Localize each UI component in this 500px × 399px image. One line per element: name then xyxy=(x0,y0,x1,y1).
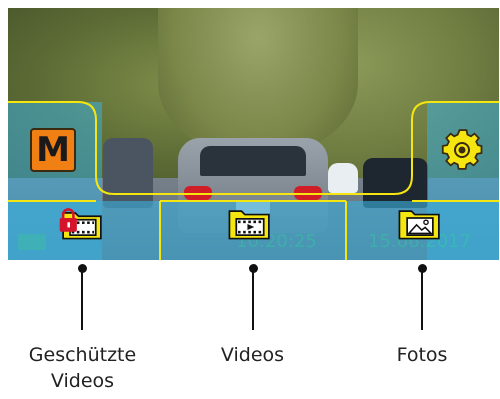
mode-button[interactable]: M xyxy=(30,128,76,172)
settings-button[interactable] xyxy=(440,128,484,172)
photo-folder-icon[interactable] xyxy=(396,205,444,243)
gear-icon xyxy=(441,129,483,170)
callout-line-photos xyxy=(421,268,423,330)
label-photos: Fotos xyxy=(396,344,448,366)
locked-film-folder-icon[interactable] xyxy=(58,205,106,243)
callout-line-videos xyxy=(252,268,254,330)
label-protected-videos-line1: Geschützte xyxy=(28,344,137,366)
video-folder-icon[interactable] xyxy=(226,205,274,243)
callout-line-protected-videos xyxy=(81,268,83,330)
label-protected-videos-line2: Videos xyxy=(50,370,115,392)
label-videos: Videos xyxy=(220,344,285,366)
dashcam-screen: 10:20:25 15.06.2017 M xyxy=(8,8,499,260)
label-protected-videos: Geschützte Videos xyxy=(15,342,150,394)
